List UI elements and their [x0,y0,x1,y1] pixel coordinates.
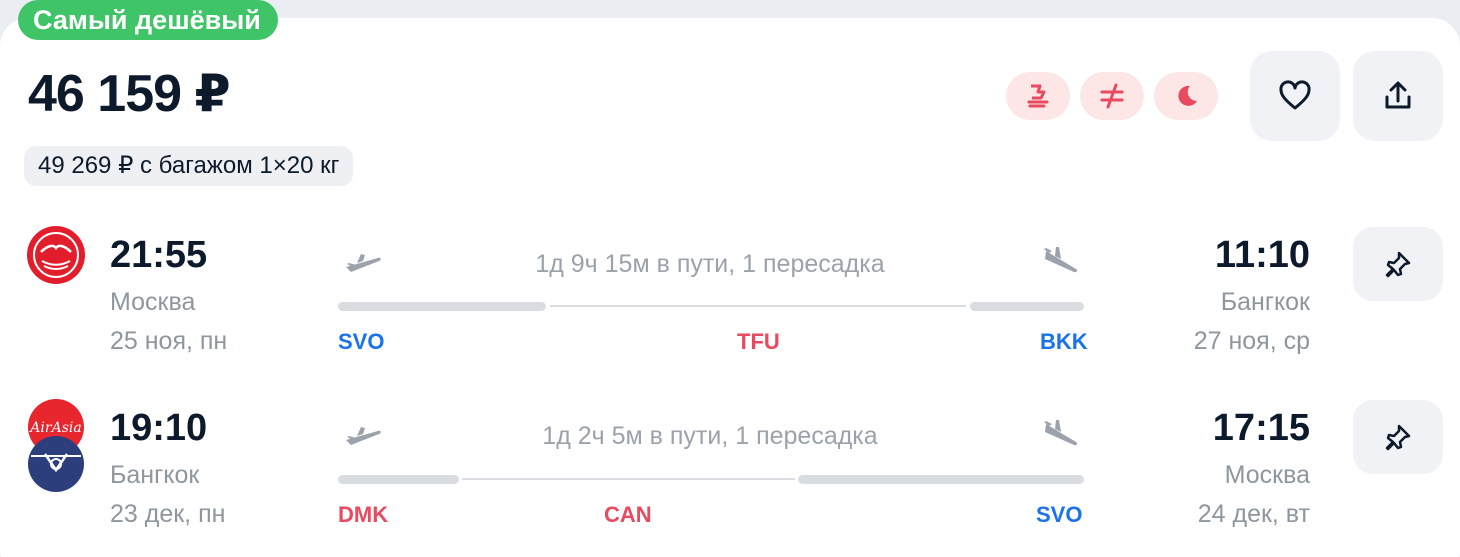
route-segment [338,302,546,311]
depart-city: Москва [110,288,196,316]
takeoff-icon [346,427,381,445]
svg-text:AirAsia: AirAsia [28,420,81,436]
takeoff-icon [346,254,381,272]
depart-time: 19:10 [110,407,208,449]
airasia-logo: AirAsia [27,398,85,494]
seat-icon [1027,84,1049,108]
origin-airport-code: DMK [338,502,389,527]
layover-line [462,478,795,480]
landing-icon [1044,420,1078,446]
arrive-time: 17:15 [1212,407,1310,449]
ticket-price: 46 159 ₽ [28,65,231,123]
destination-airport-code: BKK [1040,329,1088,354]
arrive-time: 11:10 [1214,234,1310,276]
share-button[interactable] [1353,51,1443,141]
route-segment [970,302,1084,311]
share-icon [1385,81,1411,109]
depart-city: Бангкок [110,461,200,489]
destination-airport-code: SVO [1036,502,1083,527]
route-segment [798,475,1084,484]
depart-date: 25 ноя, пн [110,327,228,355]
seat-feature-badge[interactable] [1006,72,1070,120]
arrive-city: Москва [1224,461,1310,489]
night-feature-badge[interactable] [1154,72,1218,120]
depart-time: 21:55 [110,234,208,276]
arrive-date: 24 дек, вт [1197,500,1310,528]
transfer-airport-code: TFU [737,329,780,354]
trip-duration: 1д 2ч 5м в пути, 1 пересадка [542,422,878,450]
moon-icon [1178,85,1197,106]
origin-airport-code: SVO [338,329,385,354]
arrive-date: 27 ноя, ср [1193,327,1310,355]
pin-icon [1385,251,1411,278]
layover-line [550,305,966,307]
transfer-feature-badge[interactable] [1080,72,1144,120]
pin-leg-button[interactable] [1353,227,1443,301]
baggage-price-chip[interactable]: 49 269 ₽ с багажом 1×20 кг [24,146,354,186]
depart-date: 23 дек, пн [110,500,226,528]
pin-leg-button[interactable] [1353,400,1443,474]
aeroflot-logo [27,226,85,284]
heart-icon [1279,80,1311,110]
not-equal-icon [1100,83,1124,109]
transfer-airport-code: CAN [604,502,652,527]
route-segment [338,475,459,484]
favorite-button[interactable] [1250,51,1340,141]
landing-icon [1044,247,1078,273]
trip-duration: 1д 9ч 15м в пути, 1 пересадка [535,250,885,278]
arrive-city: Бангкок [1220,288,1310,316]
pin-icon [1385,424,1411,451]
cheapest-badge: Самый дешёвый [18,0,278,40]
